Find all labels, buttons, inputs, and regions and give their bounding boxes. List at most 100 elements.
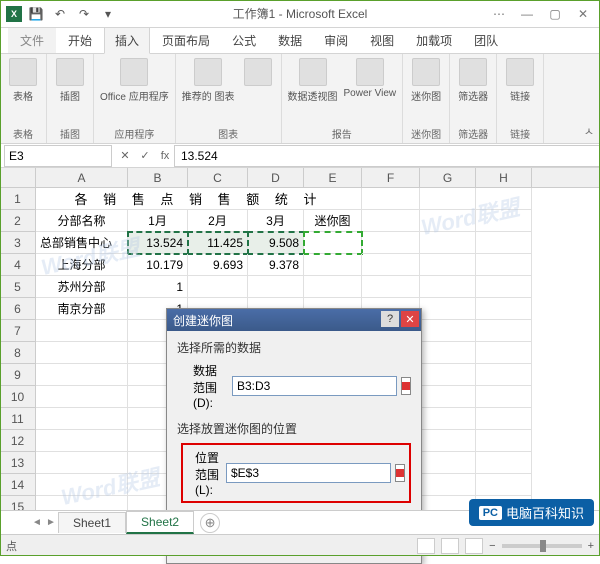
cell[interactable] xyxy=(476,342,532,364)
cell[interactable] xyxy=(36,408,128,430)
pivot-chart-button[interactable]: 数据透视图 xyxy=(288,58,338,103)
cell[interactable] xyxy=(362,188,420,210)
collapse-ribbon-button[interactable]: ㅅ xyxy=(584,123,594,139)
col-header-f[interactable]: F xyxy=(362,168,420,187)
cell[interactable] xyxy=(420,276,476,298)
cell-branch[interactable]: 苏州分部 xyxy=(36,276,128,298)
cell[interactable]: 1 xyxy=(128,276,188,298)
cell[interactable] xyxy=(420,474,476,496)
cell[interactable] xyxy=(420,342,476,364)
cell[interactable] xyxy=(420,408,476,430)
sheet-tab-1[interactable]: Sheet1 xyxy=(58,512,126,533)
cell[interactable] xyxy=(362,232,420,254)
accept-entry-button[interactable]: ✓ xyxy=(136,147,154,165)
cell[interactable] xyxy=(476,210,532,232)
row-header[interactable]: 12 xyxy=(0,430,36,452)
row-header[interactable]: 4 xyxy=(0,254,36,276)
redo-button[interactable]: ↷ xyxy=(74,4,94,24)
cell-header[interactable]: 分部名称 xyxy=(36,210,128,232)
pictures-button[interactable]: 插图 xyxy=(53,58,87,103)
cell[interactable]: 9.378 xyxy=(248,254,304,276)
close-button[interactable]: ✕ xyxy=(570,4,596,24)
zoom-thumb[interactable] xyxy=(540,540,546,552)
row-header[interactable]: 10 xyxy=(0,386,36,408)
name-box[interactable] xyxy=(4,145,112,167)
row-header[interactable]: 5 xyxy=(0,276,36,298)
cell-destination[interactable] xyxy=(304,232,362,254)
cell[interactable] xyxy=(420,298,476,320)
row-header[interactable]: 3 xyxy=(0,232,36,254)
charts-gallery-button[interactable] xyxy=(241,58,275,86)
row-header[interactable]: 13 xyxy=(0,452,36,474)
page-break-view-button[interactable] xyxy=(465,538,483,554)
cell[interactable] xyxy=(304,276,362,298)
page-layout-view-button[interactable] xyxy=(441,538,459,554)
cell[interactable] xyxy=(476,188,532,210)
cell-header[interactable]: 3月 xyxy=(248,210,304,232)
col-header-e[interactable]: E xyxy=(304,168,362,187)
cell[interactable] xyxy=(420,430,476,452)
cell[interactable] xyxy=(476,320,532,342)
row-header[interactable]: 9 xyxy=(0,364,36,386)
cell[interactable] xyxy=(36,320,128,342)
cell-branch[interactable]: 总部销售中心 xyxy=(36,232,128,254)
cell[interactable] xyxy=(248,276,304,298)
tab-home[interactable]: 开始 xyxy=(58,28,102,53)
row-header[interactable]: 6 xyxy=(0,298,36,320)
location-range-input[interactable] xyxy=(226,463,391,483)
cell[interactable] xyxy=(420,386,476,408)
tables-button[interactable]: 表格 xyxy=(6,58,40,103)
zoom-slider[interactable] xyxy=(502,544,582,548)
cell[interactable] xyxy=(362,254,420,276)
cell-header[interactable]: 1月 xyxy=(128,210,188,232)
cell[interactable] xyxy=(476,474,532,496)
cell[interactable] xyxy=(36,386,128,408)
sheet-nav-prev[interactable]: ◄ xyxy=(30,516,44,530)
col-header-h[interactable]: H xyxy=(476,168,532,187)
cell[interactable] xyxy=(476,408,532,430)
col-header-a[interactable]: A xyxy=(36,168,128,187)
dialog-help-button[interactable]: ? xyxy=(381,311,399,327)
row-header[interactable]: 14 xyxy=(0,474,36,496)
zoom-out-button[interactable]: − xyxy=(489,540,495,552)
cell-branch[interactable]: 南京分部 xyxy=(36,298,128,320)
cell[interactable] xyxy=(420,254,476,276)
zoom-in-button[interactable]: + xyxy=(588,540,594,552)
tab-insert[interactable]: 插入 xyxy=(104,27,150,54)
row-header[interactable]: 7 xyxy=(0,320,36,342)
tab-view[interactable]: 视图 xyxy=(360,28,404,53)
fx-button[interactable]: fx xyxy=(156,147,174,165)
cell[interactable]: 9.693 xyxy=(188,254,248,276)
cell[interactable] xyxy=(476,276,532,298)
location-range-picker-button[interactable] xyxy=(395,464,405,482)
power-view-button[interactable]: Power View xyxy=(344,58,397,99)
cell[interactable]: 9.508 xyxy=(248,232,304,254)
dialog-close-button[interactable]: ✕ xyxy=(401,311,419,327)
select-all-corner[interactable] xyxy=(0,168,36,187)
qat-more-button[interactable]: ▾ xyxy=(98,4,118,24)
cell[interactable] xyxy=(36,430,128,452)
recommended-charts-button[interactable]: 推荐的 图表 xyxy=(182,58,235,103)
row-header[interactable]: 8 xyxy=(0,342,36,364)
cell[interactable] xyxy=(362,210,420,232)
cell-branch[interactable]: 上海分部 xyxy=(36,254,128,276)
apps-button[interactable]: Office 应用程序 xyxy=(100,58,169,103)
tab-review[interactable]: 审阅 xyxy=(314,28,358,53)
cell[interactable] xyxy=(476,298,532,320)
cell[interactable] xyxy=(188,276,248,298)
tab-addins[interactable]: 加载项 xyxy=(406,28,462,53)
maximize-button[interactable]: ▢ xyxy=(542,4,568,24)
col-header-d[interactable]: D xyxy=(248,168,304,187)
row-header[interactable]: 2 xyxy=(0,210,36,232)
cell-header[interactable]: 2月 xyxy=(188,210,248,232)
tab-formulas[interactable]: 公式 xyxy=(222,28,266,53)
col-header-b[interactable]: B xyxy=(128,168,188,187)
link-button[interactable]: 链接 xyxy=(503,58,537,103)
cell[interactable] xyxy=(476,386,532,408)
cancel-entry-button[interactable]: ✕ xyxy=(116,147,134,165)
cell[interactable] xyxy=(362,276,420,298)
cell[interactable]: 11.425 xyxy=(188,232,248,254)
minimize-button[interactable]: — xyxy=(514,4,540,24)
cell[interactable] xyxy=(36,342,128,364)
cell[interactable] xyxy=(36,474,128,496)
